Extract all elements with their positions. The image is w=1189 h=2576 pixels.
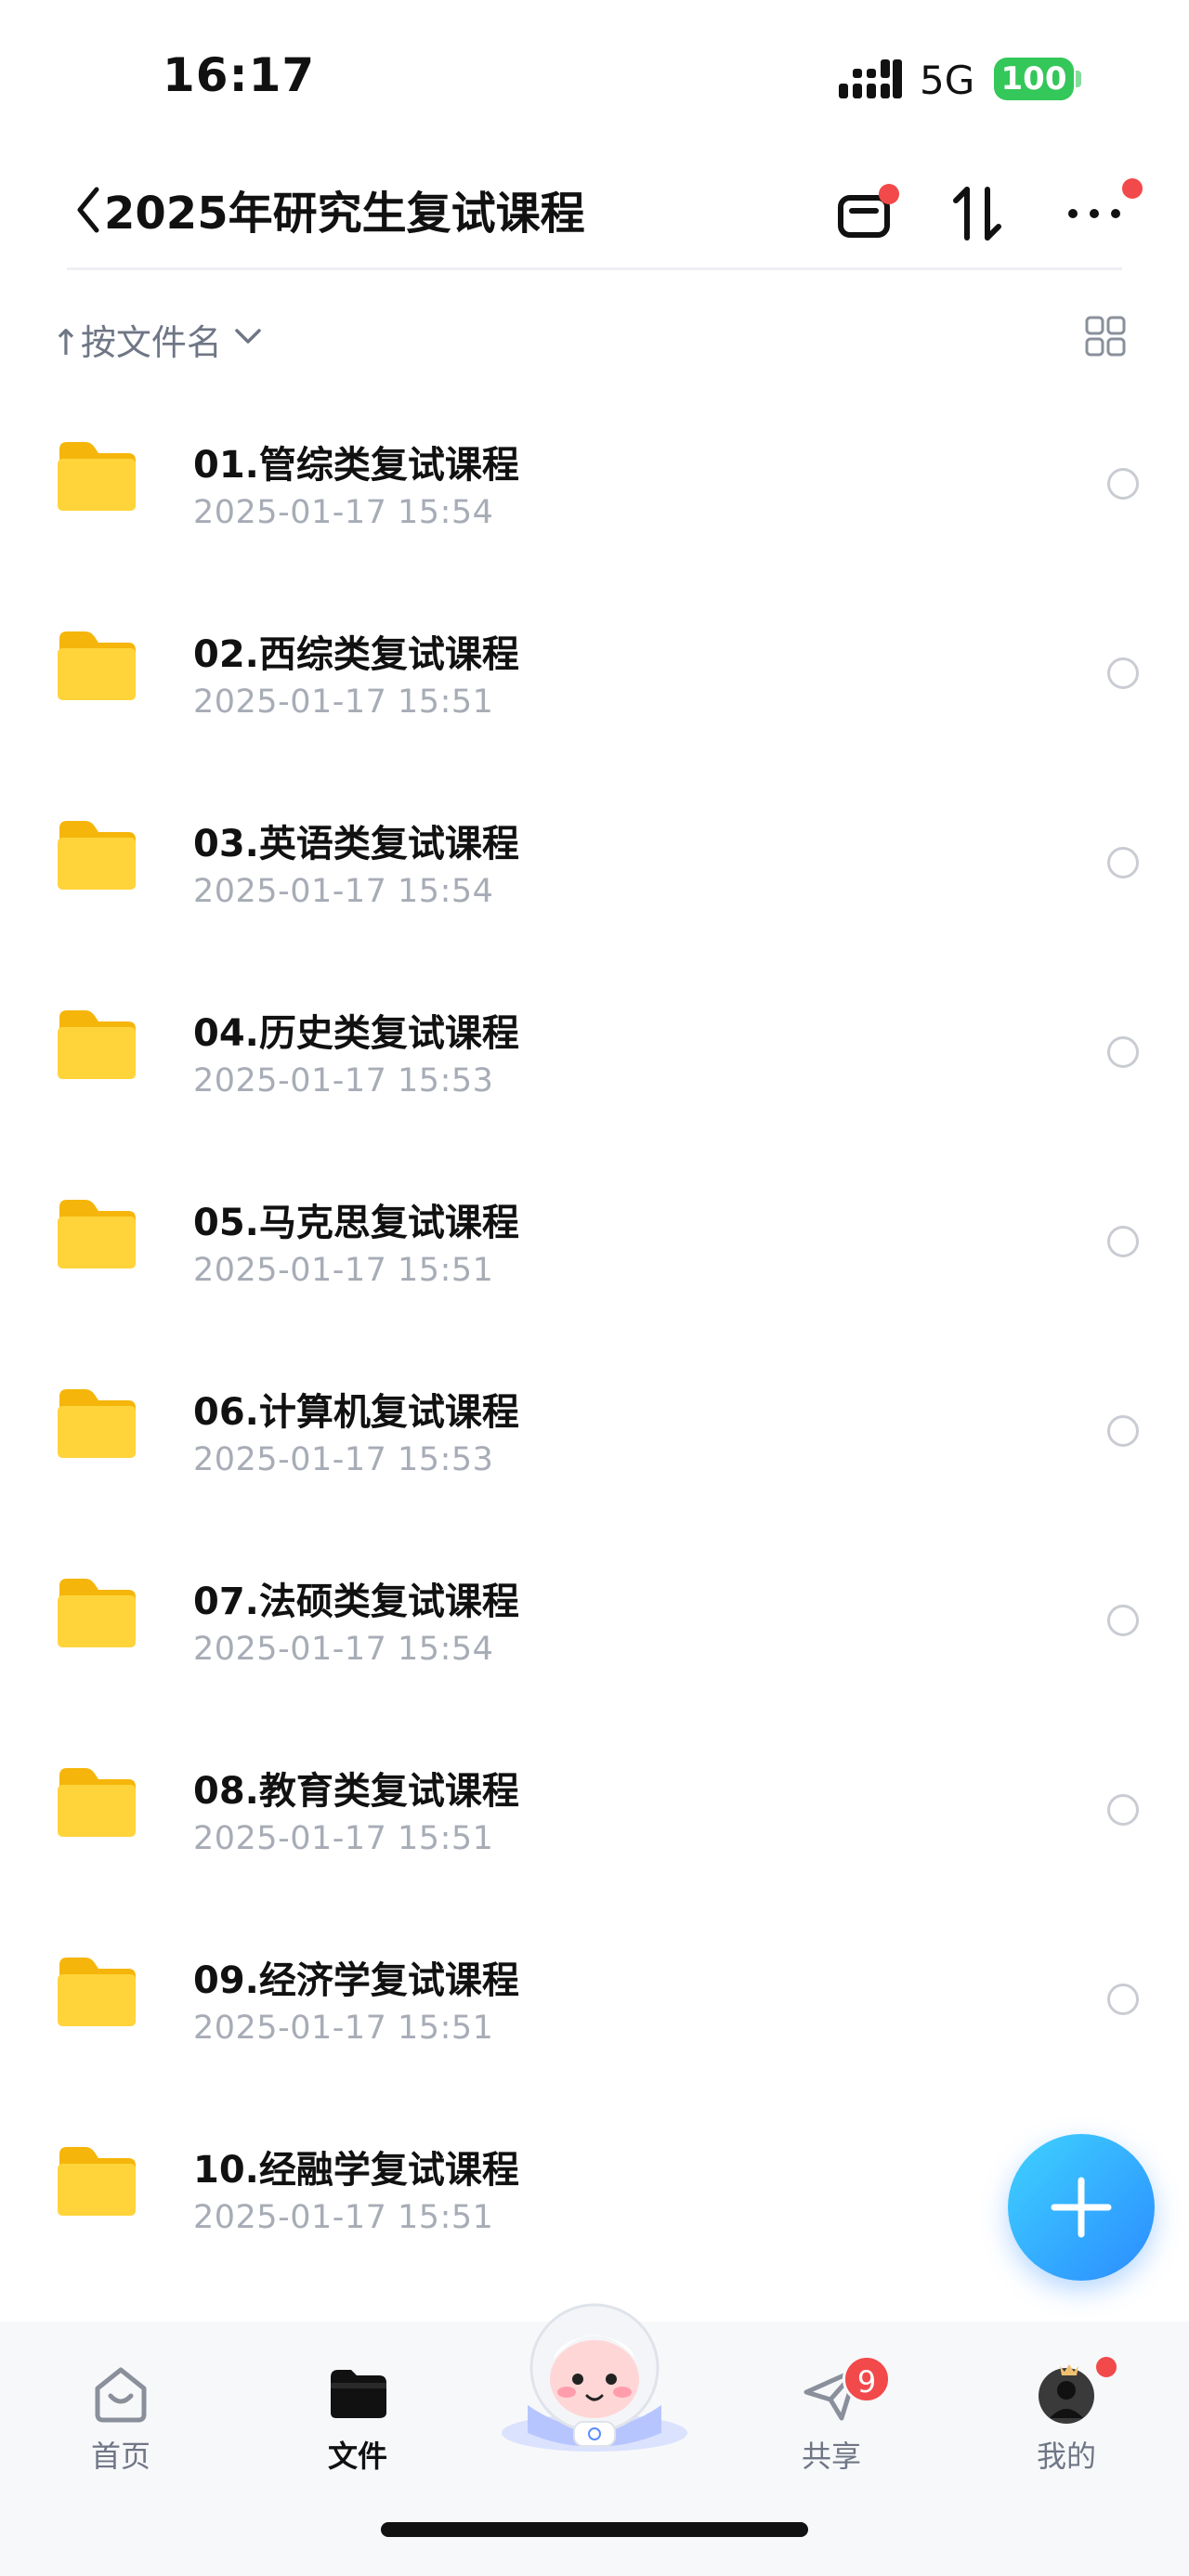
file-name: 02.西综类复试课程 [193,633,519,676]
home-indicator [381,2522,808,2537]
folder-icon [58,1200,136,1268]
file-name: 08.教育类复试课程 [193,1770,519,1813]
sort-bar: ↑按文件名 [0,306,1189,371]
recycle-bin-button[interactable] [827,176,901,251]
select-checkbox[interactable] [1107,1605,1139,1636]
nav-files-label: 文件 [327,2439,387,2474]
folder-icon [58,1958,136,2026]
file-date: 2025-01-17 15:54 [193,494,494,531]
select-checkbox[interactable] [1107,468,1139,500]
file-row[interactable]: 06.计算机复试课程 2025-01-17 15:53 [0,1337,1189,1527]
status-bar: 16:17 5G 100 [0,0,1189,139]
share-badge: 9 [843,2355,891,2403]
file-row[interactable]: 09.经济学复试课程 2025-01-17 15:51 [0,1906,1189,2095]
folder-icon [58,631,136,700]
header-divider [67,267,1122,270]
file-date: 2025-01-17 15:51 [193,683,494,721]
more-icon [1068,209,1120,218]
file-row[interactable]: 07.法硕类复试课程 2025-01-17 15:54 [0,1527,1189,1716]
network-type: 5G [920,58,975,103]
file-name: 07.法硕类复试课程 [193,1581,519,1623]
file-name: 04.历史类复试课程 [193,1012,519,1055]
nav-share[interactable]: 9 共享 [757,2349,906,2479]
nav-home-label: 首页 [90,2439,150,2474]
select-checkbox[interactable] [1107,1984,1139,2015]
notification-dot [1096,2357,1117,2377]
notification-dot [1122,178,1143,199]
file-date: 2025-01-17 15:51 [193,2199,494,2236]
nav-files[interactable]: 文件 [283,2349,432,2479]
nav-mine[interactable]: 我的 [992,2349,1141,2479]
notification-dot [879,184,899,204]
file-name: 06.计算机复试课程 [193,1391,519,1434]
select-checkbox[interactable] [1107,1794,1139,1826]
battery-indicator: 100 [994,58,1074,100]
file-row[interactable]: 02.西综类复试课程 2025-01-17 15:51 [0,579,1189,769]
file-date: 2025-01-17 15:51 [193,2010,494,2047]
file-row[interactable]: 04.历史类复试课程 2025-01-17 15:53 [0,958,1189,1148]
avatar [1039,2364,1094,2424]
file-name: 09.经济学复试课程 [193,1959,519,2002]
folder-icon [331,2370,386,2418]
page-title: 2025年研究生复试课程 [104,188,585,240]
file-date: 2025-01-17 15:54 [193,873,494,910]
file-name: 03.英语类复试课程 [193,823,519,865]
file-date: 2025-01-17 15:53 [193,1441,494,1478]
battery-tip [1076,71,1081,87]
signal-icon [839,59,902,98]
header: 2025年研究生复试课程 [0,158,1189,269]
chevron-down-icon[interactable] [234,327,262,347]
nav-home[interactable]: 首页 [46,2349,195,2479]
select-checkbox[interactable] [1107,1036,1139,1068]
back-icon[interactable] [72,184,104,236]
file-row[interactable]: 01.管综类复试课程 2025-01-17 15:54 [0,390,1189,579]
file-row[interactable]: 03.英语类复试课程 2025-01-17 15:54 [0,769,1189,958]
folder-icon [58,1389,136,1458]
grid-view-icon[interactable] [1085,316,1126,357]
nav-mine-label: 我的 [1036,2439,1096,2474]
sort-arrows-icon [953,187,1001,241]
file-date: 2025-01-17 15:54 [193,1631,494,1668]
status-time: 16:17 [163,48,316,102]
select-checkbox[interactable] [1107,657,1139,689]
file-date: 2025-01-17 15:51 [193,1252,494,1289]
file-row[interactable]: 08.教育类复试课程 2025-01-17 15:51 [0,1716,1189,1906]
file-date: 2025-01-17 15:51 [193,1820,494,1857]
folder-icon [58,2147,136,2216]
sort-order-button[interactable] [941,176,1015,251]
more-button[interactable] [1057,176,1143,251]
folder-icon [58,821,136,890]
file-date: 2025-01-17 15:53 [193,1062,494,1099]
file-row[interactable]: 05.马克思复试课程 2025-01-17 15:51 [0,1148,1189,1337]
folder-icon [58,1579,136,1647]
select-checkbox[interactable] [1107,847,1139,878]
select-checkbox[interactable] [1107,1226,1139,1257]
select-checkbox[interactable] [1107,1415,1139,1447]
sort-by-name-button[interactable]: ↑按文件名 [51,314,222,365]
folder-icon [58,1010,136,1079]
nav-share-label: 共享 [801,2439,861,2474]
folder-icon [58,1768,136,1837]
file-name: 01.管综类复试课程 [193,444,519,487]
folder-icon [58,442,136,511]
file-name: 05.马克思复试课程 [193,1202,519,1244]
plus-icon [1051,2177,1112,2238]
home-icon [95,2367,147,2423]
assistant-mascot-button[interactable] [490,2294,699,2461]
add-button[interactable] [1008,2134,1155,2281]
file-name: 10.经融学复试课程 [193,2149,519,2192]
